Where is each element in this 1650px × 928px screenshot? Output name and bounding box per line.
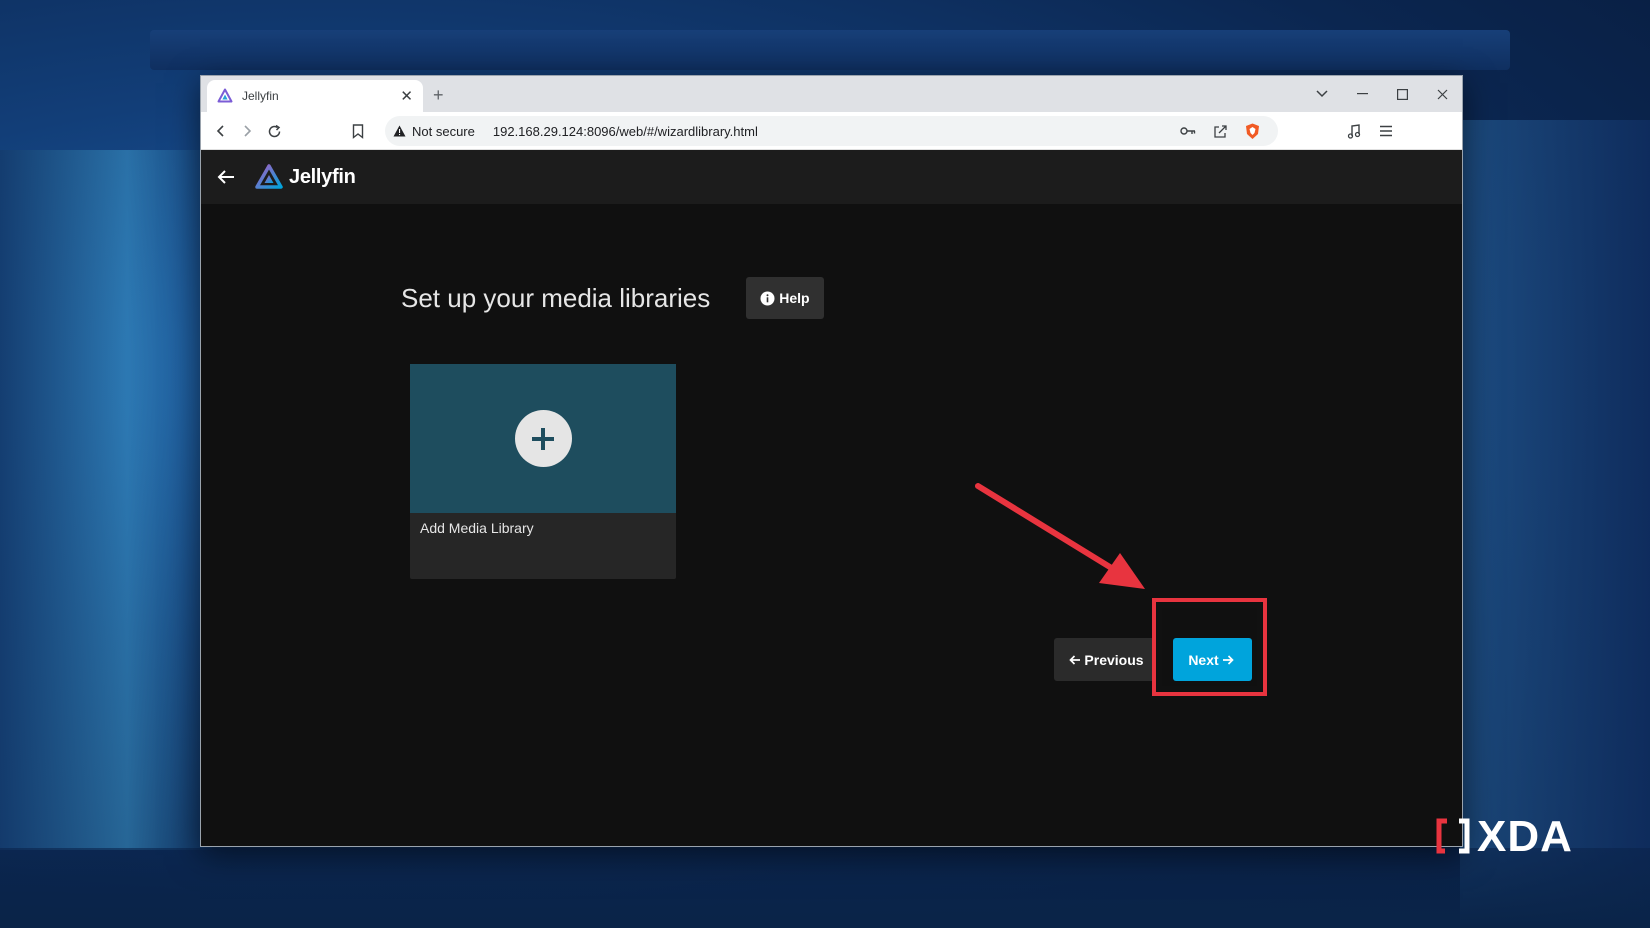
security-label: Not secure xyxy=(412,123,475,139)
maximize-icon[interactable] xyxy=(1382,76,1422,112)
logo-text: Jellyfin xyxy=(289,165,356,188)
background-window-right xyxy=(1460,120,1650,928)
title-row: Set up your media libraries Help xyxy=(401,277,824,319)
previous-button[interactable]: Previous xyxy=(1054,638,1156,681)
minimize-icon[interactable] xyxy=(1342,76,1382,112)
add-icon xyxy=(514,410,572,467)
next-label: Next xyxy=(1188,651,1219,668)
warning-icon xyxy=(393,125,406,137)
browser-window: Jellyfin ✕ + Not secure 192.168.29.124:8… xyxy=(200,75,1463,847)
tab-search-icon[interactable] xyxy=(1302,76,1342,112)
address-bar[interactable]: Not secure 192.168.29.124:8096/web/#/wiz… xyxy=(385,116,1278,146)
xda-logo-icon xyxy=(1436,818,1470,854)
app-back-arrow-icon[interactable] xyxy=(215,166,237,188)
tab-strip: Jellyfin ✕ + xyxy=(201,76,1462,112)
close-window-icon[interactable] xyxy=(1422,76,1462,112)
page-title: Set up your media libraries xyxy=(401,282,711,313)
help-button[interactable]: Help xyxy=(746,277,824,319)
media-music-icon[interactable] xyxy=(1343,120,1365,142)
previous-label: Previous xyxy=(1084,651,1144,668)
add-media-library-card[interactable]: Add Media Library xyxy=(410,364,676,579)
browser-tab[interactable]: Jellyfin ✕ xyxy=(207,80,423,112)
xda-text: XDA xyxy=(1477,812,1573,861)
jellyfin-logo[interactable]: Jellyfin xyxy=(255,164,356,190)
arrow-left-icon xyxy=(1069,654,1081,665)
share-icon[interactable] xyxy=(1210,121,1230,141)
info-icon xyxy=(760,291,775,305)
back-icon[interactable] xyxy=(210,120,232,142)
new-tab-icon[interactable]: + xyxy=(433,85,444,106)
brave-shield-icon[interactable] xyxy=(1242,121,1262,141)
card-label: Add Media Library xyxy=(420,520,534,536)
next-button[interactable]: Next xyxy=(1173,638,1252,681)
url-text: 192.168.29.124:8096/web/#/wizardlibrary.… xyxy=(492,123,758,139)
help-label: Help xyxy=(779,290,810,306)
xda-watermark: XDA xyxy=(1435,812,1573,862)
wizard-navigation: Previous Next xyxy=(1054,638,1252,681)
wizard-page: Set up your media libraries Help Add Med… xyxy=(201,204,1462,846)
app-header: Jellyfin xyxy=(201,150,1462,204)
bookmark-icon[interactable] xyxy=(347,120,369,142)
jellyfin-logo-icon xyxy=(255,164,283,189)
arrow-right-icon xyxy=(1222,654,1234,665)
tab-close-icon[interactable]: ✕ xyxy=(400,87,413,105)
browser-toolbar: Not secure 192.168.29.124:8096/web/#/wiz… xyxy=(201,112,1462,150)
security-indicator[interactable]: Not secure xyxy=(393,124,475,139)
reload-icon[interactable] xyxy=(263,120,285,142)
tab-title: Jellyfin xyxy=(242,89,279,103)
forward-icon[interactable] xyxy=(236,120,258,142)
background-floor xyxy=(0,848,1650,928)
jellyfin-favicon-icon xyxy=(217,88,233,103)
background-window-left xyxy=(0,150,220,850)
key-icon[interactable] xyxy=(1178,121,1198,141)
background-frame xyxy=(150,30,1510,70)
menu-icon[interactable] xyxy=(1375,120,1397,142)
card-image xyxy=(410,364,676,513)
